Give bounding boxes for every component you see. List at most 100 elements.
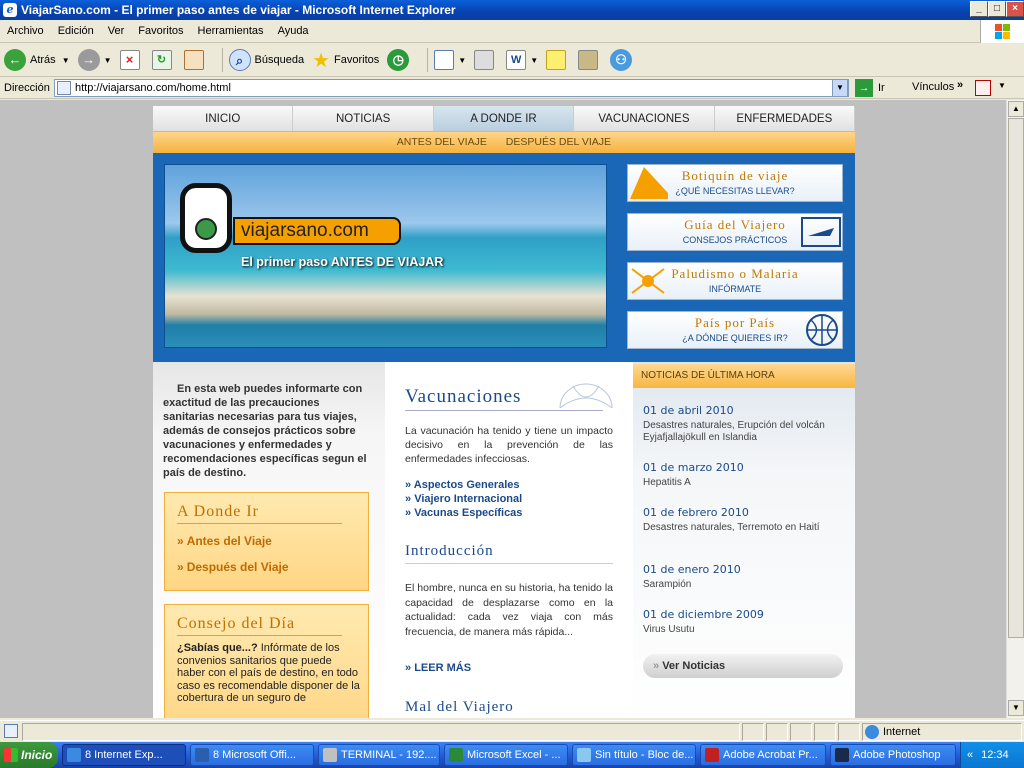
a-donde-ir-title: A Donde Ir	[177, 503, 342, 524]
introduccion-text: El hombre, nunca en su historia, ha teni…	[405, 582, 613, 638]
nav-a-donde-ir[interactable]: A DONDE IR	[433, 106, 575, 131]
history-button[interactable]: ◷	[387, 49, 413, 71]
stop-button[interactable]: ×	[119, 50, 144, 70]
news-item[interactable]: 01 de diciembre 2009 Virus Usutu	[643, 608, 847, 636]
menu-herramientas[interactable]: Herramientas	[191, 25, 271, 37]
favorites-button[interactable]: ★ Favoritos	[312, 48, 379, 73]
research-button[interactable]	[578, 50, 602, 70]
vacunaciones-text: La vacunación ha tenido y tiene un impac…	[405, 425, 613, 465]
ver-noticias-button[interactable]: » Ver Noticias	[643, 654, 843, 678]
consejo-del-dia-box: Consejo del Día ¿Sabías que...? Infórmat…	[164, 604, 369, 718]
link-viajero-internacional[interactable]: » Viajero Internacional	[405, 492, 613, 506]
refresh-button[interactable]: ↻	[151, 50, 176, 70]
task-acrobat[interactable]: Adobe Acrobat Pr...	[700, 744, 826, 766]
scroll-up-icon[interactable]: ▲	[1008, 101, 1024, 117]
search-button[interactable]: ⌕ Búsqueda	[228, 49, 304, 71]
notepad-task-icon	[577, 748, 591, 762]
link-antes-del-viaje[interactable]: » Antes del Viaje	[177, 534, 368, 548]
home-icon	[183, 50, 204, 70]
airplane-icon	[801, 217, 841, 247]
toolbar-separator	[427, 48, 429, 72]
note-button[interactable]	[546, 50, 570, 70]
ie-task-icon	[67, 748, 81, 762]
status-cell	[790, 723, 812, 741]
nav-vacunaciones[interactable]: VACUNACIONES	[574, 106, 715, 131]
task-internet-explorer[interactable]: 8 Internet Exp...	[62, 744, 186, 766]
link-aspectos-generales[interactable]: » Aspectos Generales	[405, 478, 613, 492]
clock: 12:34	[981, 749, 1009, 761]
ie-icon: e	[3, 3, 17, 17]
nav-noticias[interactable]: NOTICIAS	[293, 106, 434, 131]
links-label[interactable]: Vínculos	[912, 81, 954, 93]
subnav-despues-del-viaje[interactable]: DESPUÉS DEL VIAJE	[506, 136, 611, 148]
maximize-button[interactable]: □	[988, 1, 1006, 17]
task-photoshop[interactable]: Adobe Photoshop	[830, 744, 956, 766]
edit-button[interactable]: W ▼	[506, 50, 538, 70]
task-microsoft-office[interactable]: 8 Microsoft Offi...	[190, 744, 314, 766]
leer-mas-link[interactable]: » LEER MÁS	[405, 662, 471, 674]
addon-icon[interactable]	[975, 80, 991, 96]
mal-del-viajero-heading: Mal del Viajero	[405, 699, 514, 715]
tray-expand-icon[interactable]: «	[967, 749, 973, 761]
window-title: ViajarSano.com - El primer paso antes de…	[21, 3, 456, 17]
minimize-button[interactable]: _	[970, 1, 988, 17]
link-vacunas-especificas[interactable]: » Vacunas Específicas	[405, 506, 613, 520]
link-despues-del-viaje[interactable]: » Después del Viaje	[177, 560, 368, 574]
close-button[interactable]: ×	[1006, 1, 1024, 17]
task-terminal[interactable]: TERMINAL - 192....	[318, 744, 440, 766]
intro-text: En esta web puedes informarte con exacti…	[163, 383, 367, 479]
vertical-scrollbar[interactable]: ▲ ▼	[1006, 100, 1024, 718]
paludismo-button[interactable]: Paludismo o Malaria INFÓRMATE	[627, 262, 843, 300]
status-bar: Internet	[0, 720, 1024, 742]
menu-ver[interactable]: Ver	[101, 25, 132, 37]
go-button[interactable]: → Ir	[855, 79, 885, 97]
vacunaciones-links: » Aspectos Generales » Viajero Internaci…	[405, 478, 613, 520]
messenger-icon: ⚇	[610, 49, 633, 71]
addon-dropdown-icon[interactable]: ▼	[998, 81, 1006, 90]
news-item[interactable]: 01 de abril 2010 Desastres naturales, Eru…	[643, 404, 847, 444]
introduccion-heading: Introducción	[405, 543, 613, 564]
page-status-icon	[4, 724, 18, 738]
address-dropdown-icon[interactable]: ▼	[832, 79, 848, 97]
forward-button[interactable]: → ▼	[77, 49, 112, 71]
news-item[interactable]: 01 de marzo 2010 Hepatitis A	[643, 461, 847, 489]
task-excel[interactable]: Microsoft Excel - ...	[444, 744, 568, 766]
address-input[interactable]: http://viajarsano.com/home.html	[54, 79, 849, 97]
news-item[interactable]: 01 de enero 2010 Sarampión	[643, 563, 847, 591]
acrobat-task-icon	[705, 748, 719, 762]
back-button[interactable]: ← Atrás ▼	[4, 49, 70, 71]
task-notepad[interactable]: Sin título - Bloc de...	[572, 744, 696, 766]
hand-logo-icon	[180, 183, 232, 253]
menu-favoritos[interactable]: Favoritos	[131, 25, 190, 37]
botiquin-button[interactable]: Botiquín de viaje ¿QUÉ NECESITAS LLEVAR?	[627, 164, 843, 202]
menu-edicion[interactable]: Edición	[51, 25, 101, 37]
scroll-down-icon[interactable]: ▼	[1008, 700, 1024, 716]
start-button[interactable]: Inicio	[0, 742, 58, 768]
mail-button[interactable]: ▼	[434, 50, 466, 70]
print-button[interactable]	[474, 50, 498, 70]
site-logo[interactable]: viajarsano.com	[233, 217, 401, 245]
messenger-button[interactable]: ⚇	[610, 49, 636, 71]
window-title-bar[interactable]: e ViajarSano.com - El primer paso antes …	[0, 0, 1024, 20]
menu-archivo[interactable]: Archivo	[0, 25, 51, 37]
nav-inicio[interactable]: INICIO	[153, 106, 294, 131]
links-chevron-icon[interactable]: »	[957, 79, 963, 91]
word-icon: W	[506, 50, 527, 70]
status-cell	[742, 723, 764, 741]
guia-viajero-button[interactable]: Guía del Viajero CONSEJOS PRÁCTICOS	[627, 213, 843, 251]
menu-ayuda[interactable]: Ayuda	[271, 25, 316, 37]
printer-icon	[474, 50, 495, 70]
back-arrow-icon: ←	[4, 49, 26, 71]
home-button[interactable]	[183, 50, 208, 70]
subnav-antes-del-viaje[interactable]: ANTES DEL VIAJE	[397, 136, 487, 148]
refresh-icon: ↻	[151, 50, 172, 70]
note-icon	[546, 50, 567, 70]
page-icon	[57, 81, 71, 95]
address-bar: Dirección http://viajarsano.com/home.htm…	[0, 77, 1024, 99]
nav-enfermedades[interactable]: ENFERMEDADES	[715, 106, 856, 131]
globe-icon	[195, 218, 217, 240]
pais-por-pais-button[interactable]: País por País ¿A DÓNDE QUIERES IR?	[627, 311, 843, 349]
news-item[interactable]: 01 de febrero 2010 Desastres naturales, T…	[643, 506, 847, 534]
scroll-thumb[interactable]	[1008, 118, 1024, 638]
zone-indicator: Internet	[862, 723, 1022, 741]
